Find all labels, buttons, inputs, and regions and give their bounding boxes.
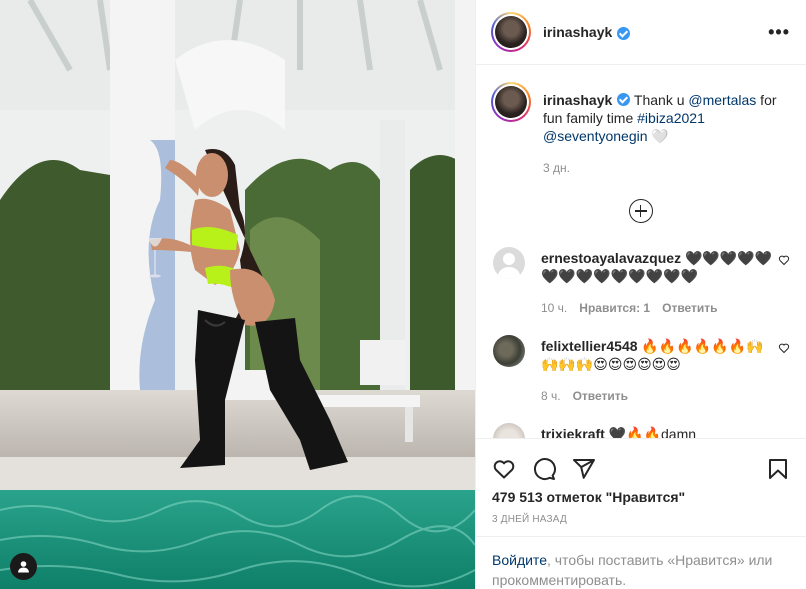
likes-count[interactable]: 479 513 отметок "Нравится" — [476, 489, 806, 505]
comment-username[interactable]: felixtellier4548 — [541, 338, 638, 354]
caption-body: irinashayk Thank u @mertalas for fun fam… — [543, 82, 790, 177]
comment-username[interactable]: ernestoayalavazquez — [541, 250, 681, 266]
comment-like-heart-icon[interactable] — [778, 333, 790, 405]
action-icons — [476, 449, 806, 489]
caption-time[interactable]: 3 дн. — [543, 159, 790, 177]
reply-button[interactable]: Ответить — [662, 299, 717, 317]
user-tag-button[interactable] — [10, 553, 37, 580]
post-sidebar: irinashayk ••• irinashayk Thank u @merta… — [475, 0, 806, 589]
more-options-button[interactable]: ••• — [768, 23, 790, 41]
comment-likes-count[interactable]: Нравится: 1 — [579, 299, 650, 317]
comment-text: 🖤🔥🔥damn — [608, 426, 697, 438]
comment-body: ernestoayalavazquez 🖤🖤🖤🖤🖤🖤🖤🖤🖤🖤🖤🖤🖤🖤 10 ч.… — [541, 245, 778, 317]
user-tag-icon — [18, 561, 29, 573]
load-more-comments[interactable] — [491, 199, 790, 223]
comment-icon[interactable] — [532, 457, 556, 481]
author-username[interactable]: irinashayk — [543, 24, 612, 40]
caption-mention[interactable]: @seventyonegin — [543, 128, 648, 144]
verified-badge-icon — [617, 26, 631, 40]
comment-body: trixiekraft 🖤🔥🔥damn — [541, 421, 781, 438]
caption-mention[interactable]: @mertalas — [688, 92, 756, 108]
post-caption: irinashayk Thank u @mertalas for fun fam… — [491, 82, 790, 177]
plus-circle-icon[interactable] — [628, 199, 653, 223]
comment-time[interactable]: 10 ч. — [541, 299, 567, 317]
comment-like-heart-icon[interactable] — [778, 245, 790, 317]
login-prompt: Войдите, чтобы поставить «Нравится» или … — [476, 536, 806, 589]
post-header: irinashayk ••• — [476, 0, 806, 65]
post-actions: 479 513 отметок "Нравится" 3 ДНЕЙ НАЗАД … — [476, 438, 806, 589]
comment-time[interactable]: 8 ч. — [541, 387, 561, 405]
commenter-avatar[interactable] — [493, 335, 525, 367]
comment-meta: 8 ч. Ответить — [541, 387, 778, 405]
commenter-avatar[interactable] — [493, 247, 525, 279]
post-photo[interactable] — [0, 0, 475, 589]
post-image — [0, 0, 475, 589]
post-date[interactable]: 3 ДНЕЙ НАЗАД — [476, 514, 806, 525]
bookmark-icon[interactable] — [766, 457, 790, 481]
comment-body: felixtellier4548 🔥🔥🔥🔥🔥🔥🙌🙌🙌🙌😍😍😍😍😍😍 8 ч. О… — [541, 333, 778, 405]
comment-item: trixiekraft 🖤🔥🔥damn — [491, 421, 790, 438]
comments-section[interactable]: irinashayk Thank u @mertalas for fun fam… — [476, 66, 806, 438]
comment-username[interactable]: trixiekraft — [541, 426, 605, 438]
author-avatar[interactable] — [491, 12, 531, 52]
share-icon[interactable] — [572, 457, 596, 481]
caption-username[interactable]: irinashayk — [543, 92, 612, 108]
reply-button[interactable]: Ответить — [573, 387, 628, 405]
caption-emoji: 🤍 — [651, 128, 669, 144]
caption-hashtag[interactable]: #ibiza2021 — [637, 110, 705, 126]
caption-avatar[interactable] — [491, 82, 531, 122]
login-link[interactable]: Войдите — [492, 552, 547, 568]
verified-badge-icon — [617, 93, 631, 106]
comment-meta: 10 ч. Нравится: 1 Ответить — [541, 299, 778, 317]
comment-item: ernestoayalavazquez 🖤🖤🖤🖤🖤🖤🖤🖤🖤🖤🖤🖤🖤🖤 10 ч.… — [491, 245, 790, 317]
comment-item: felixtellier4548 🔥🔥🔥🔥🔥🔥🙌🙌🙌🙌😍😍😍😍😍😍 8 ч. О… — [491, 333, 790, 405]
commenter-avatar[interactable] — [493, 423, 525, 438]
caption-text: Thank u — [633, 92, 689, 108]
heart-icon[interactable] — [492, 457, 516, 481]
